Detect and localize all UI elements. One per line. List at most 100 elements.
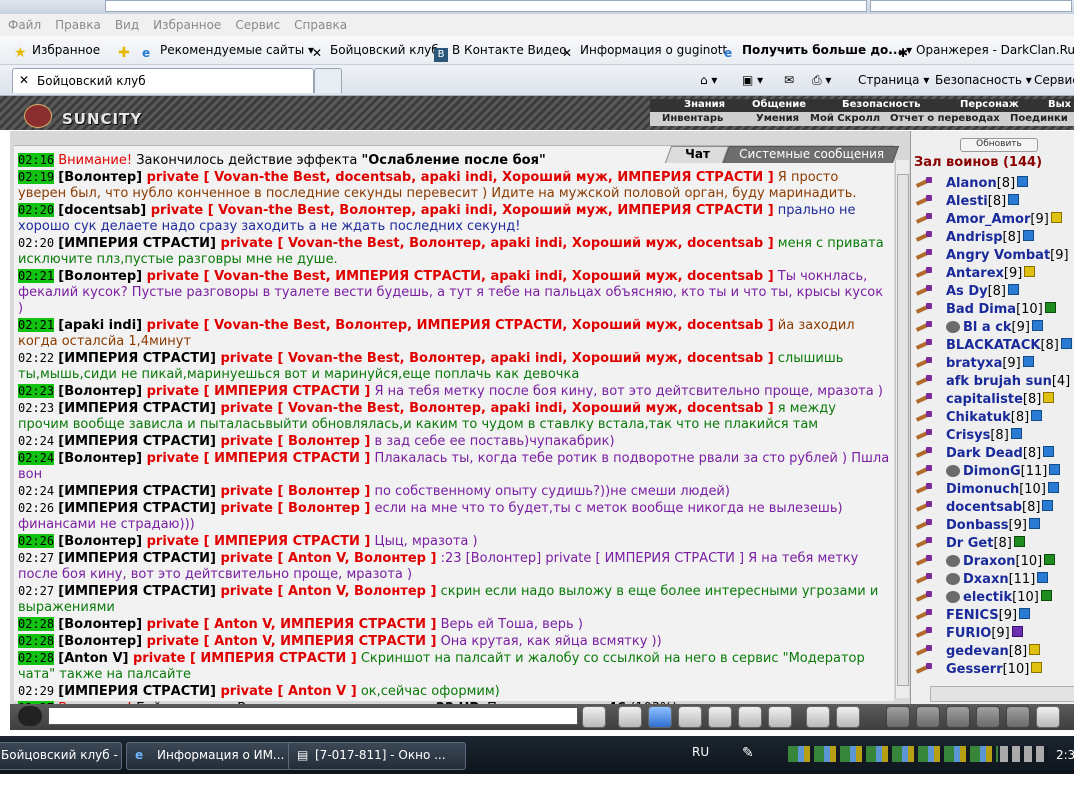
user-list-item[interactable]: afk brujah sun[4] [914,373,1074,391]
private-recipients[interactable]: private [ Vovan-the Best, Волонтер, ИМПЕ… [142,318,774,333]
language-indicator[interactable]: RU [692,745,709,759]
user-name[interactable]: Bl a ck [963,320,1012,335]
user-info-icon[interactable] [1031,410,1043,421]
exit-icon[interactable] [1036,706,1060,728]
user-name[interactable]: Alesti [946,194,988,209]
message-time[interactable]: 02:23 [18,384,55,398]
message-sender[interactable]: "Ослабление после боя" [361,153,545,168]
menu-file[interactable]: Файл [0,14,47,32]
home-icon[interactable]: ⌂ ▾ [700,73,717,87]
user-info-icon[interactable] [1043,446,1055,457]
user-name[interactable]: Crisys [946,428,990,443]
message-sender[interactable]: [Волонтер] [58,384,142,399]
user-name[interactable]: docentsab [946,500,1022,515]
private-message-icon[interactable] [914,411,934,423]
chat-smiley-menu-icon[interactable] [18,706,42,726]
user-name[interactable]: DimonG [963,464,1021,479]
private-recipients[interactable]: private [ ИМПЕРИЯ СТРАСТИ ] [142,534,371,549]
private-recipients[interactable]: private [ Anton V, ИМПЕРИЯ СТРАСТИ ] [142,617,437,632]
user-name[interactable]: Chikatuk [946,410,1011,425]
user-info-icon[interactable] [1010,428,1022,439]
private-recipients[interactable]: private [ Anton V, Волонтер ] [216,584,436,599]
private-recipients[interactable]: private [ Vovan-the Best, Волонтер, apak… [216,236,773,251]
message-time[interactable]: 02:24 [18,484,54,498]
user-name[interactable]: Draxon [963,554,1016,569]
message-time[interactable]: 02:28 [18,617,55,631]
user-name[interactable]: BLACKATACK [946,338,1040,353]
message-sender[interactable]: [ИМПЕРИЯ СТРАСТИ] [58,434,216,449]
menu-help[interactable]: Справка [286,14,353,32]
user-list-item[interactable]: Bad Dima[10] [914,301,1074,319]
private-message-icon[interactable] [914,465,934,477]
message-sender[interactable]: [Волонтер] [58,534,142,549]
taskbar-item-fightclub[interactable]: Бойцовский клуб - ... [0,742,122,770]
user-list-item[interactable]: Antarex[9] [914,265,1074,283]
user-info-icon[interactable] [1024,266,1036,277]
potion-icon[interactable] [886,706,910,728]
user-list-item[interactable]: Dimonuch[10] [914,481,1074,499]
message-sender[interactable]: [docentsab] [58,203,146,218]
private-message-icon[interactable] [914,645,934,657]
user-list-item[interactable]: Andrisp[8] [914,229,1074,247]
message-time[interactable]: 02:24 [18,451,55,465]
user-info-icon[interactable] [1017,176,1029,187]
user-name[interactable]: Bad Dima [946,302,1016,317]
nav-my-scroll[interactable]: Мой Скролл [810,113,880,124]
private-message-icon[interactable] [914,573,934,585]
user-info-icon[interactable] [1029,644,1041,655]
feeds-icon[interactable]: ▣ ▾ [742,73,763,87]
message-sender[interactable]: [ИМПЕРИЯ СТРАСТИ] [58,236,216,251]
private-recipients[interactable]: private [ Vovan-the Best, docentsab, apa… [142,170,774,185]
menu-view[interactable]: Вид [107,14,145,32]
message-time[interactable]: 02:22 [18,351,54,365]
nav-transfer-report[interactable]: Отчет о переводах [890,113,1000,124]
user-info-icon[interactable] [1047,482,1059,493]
user-info-icon[interactable] [1031,662,1043,673]
print-icon[interactable]: ⎙ ▾ [812,73,831,88]
user-list-item[interactable]: FURIO[9] [914,625,1074,643]
private-message-icon[interactable] [914,213,934,225]
private-recipients[interactable]: private [ Vovan-the Best, ИМПЕРИЯ СТРАСТ… [142,269,774,284]
user-name[interactable]: Alanon [946,176,997,191]
user-info-icon[interactable] [1008,284,1020,295]
user-info-icon[interactable] [1008,194,1020,205]
user-list-item[interactable]: Donbass[9] [914,517,1074,535]
message-sender[interactable]: [Волонтер] [58,634,142,649]
user-info-icon[interactable] [1049,464,1061,475]
message-time[interactable]: 02:27 [18,551,54,565]
mail-icon[interactable]: ✉ [784,73,794,87]
page-menu[interactable]: Страница ▾ [858,73,929,87]
nav-knowledge[interactable]: Знания [684,99,725,110]
tab-fightclub[interactable]: ✕ Бойцовский клуб [12,68,314,93]
nav-communication[interactable]: Общение [752,99,806,110]
message-time[interactable]: 02:21 [18,269,55,283]
user-info-icon[interactable] [1060,338,1072,349]
private-recipients[interactable]: private [ ИМПЕРИЯ СТРАСТИ ] [128,651,357,666]
user-name[interactable]: Donbass [946,518,1009,533]
message-sender[interactable]: [apaki indi] [58,318,142,333]
private-recipients[interactable]: private [ Волонтер ] [216,501,370,516]
private-message-icon[interactable] [914,177,934,189]
message-time[interactable]: 02:28 [18,634,55,648]
favorite-link-darkclan[interactable]: ✱ Оранжерея - DarkClan.Ru [898,43,1074,60]
message-time[interactable]: 02:16 [18,153,55,167]
user-name[interactable]: FURIO [946,626,991,641]
private-recipients[interactable]: private [ Vovan-the Best, Волонтер, apak… [216,351,773,366]
private-message-icon[interactable] [914,303,934,315]
user-list-item[interactable]: Alanon[8] [914,175,1074,193]
user-name[interactable]: Amor_Amor [946,212,1030,227]
nav-duels[interactable]: Поединки [1010,113,1068,124]
private-recipients[interactable]: private [ Anton V ] [216,684,356,699]
user-name[interactable]: Dr Get [946,536,993,551]
scroll-icon[interactable] [916,706,940,728]
clan-emblem-icon[interactable] [946,465,960,477]
user-list-item[interactable]: gedevan[8] [914,643,1074,661]
message-sender[interactable]: [Anton V] [58,651,128,666]
message-sender[interactable]: [Волонтер] [58,170,142,185]
private-recipients[interactable]: private [ Волонтер ] [216,484,370,499]
private-recipients[interactable]: private [ Vovan-the Best, Волонтер, apak… [146,203,774,218]
message-sender[interactable]: [ИМПЕРИЯ СТРАСТИ] [58,684,216,699]
settings-icon[interactable] [836,706,860,728]
user-list-item[interactable]: Chikatuk[8] [914,409,1074,427]
user-name[interactable]: Dimonuch [946,482,1019,497]
